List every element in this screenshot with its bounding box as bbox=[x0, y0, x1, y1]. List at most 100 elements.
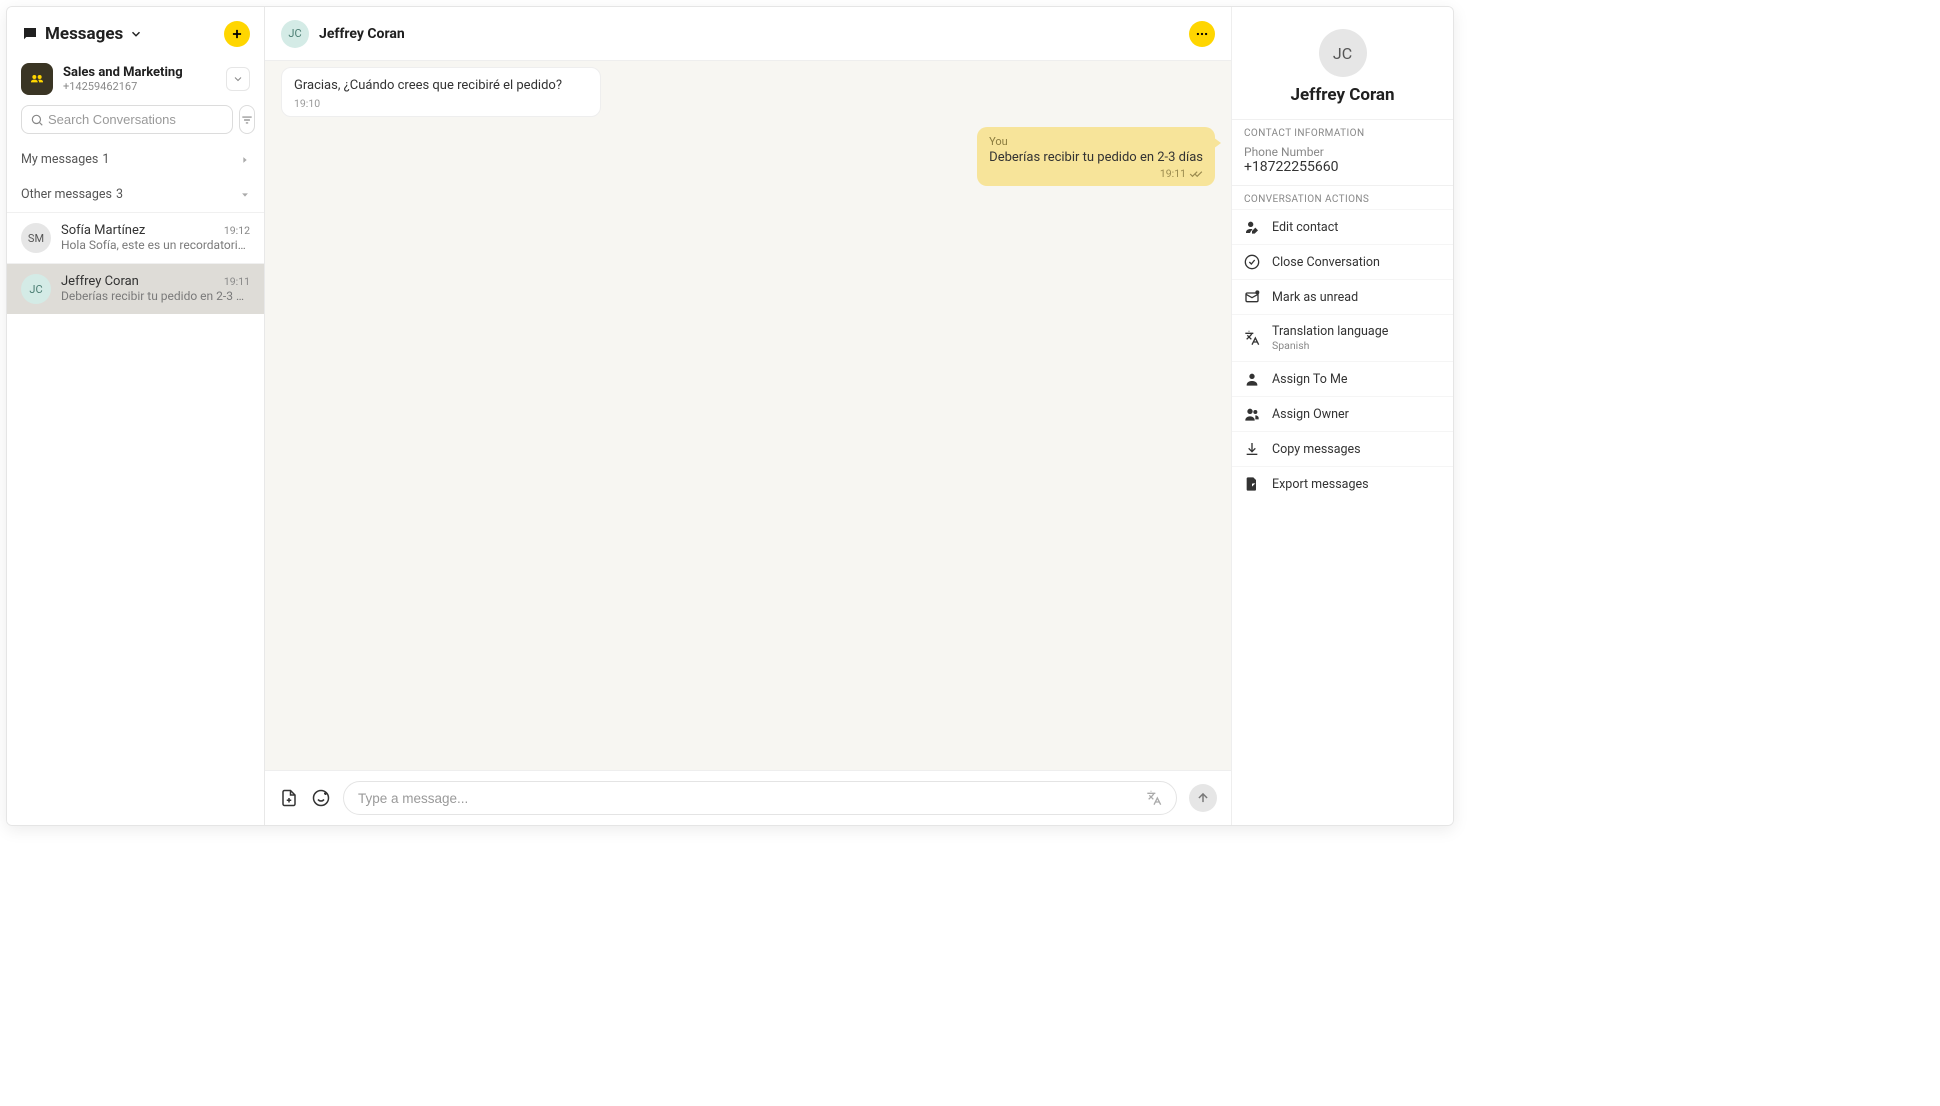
chevron-down-icon bbox=[129, 27, 143, 41]
other-messages-label: Other messages bbox=[21, 187, 112, 202]
file-plus-icon bbox=[280, 789, 298, 807]
account-selector[interactable]: Sales and Marketing +14259462167 bbox=[7, 57, 264, 105]
action-sublabel: Spanish bbox=[1272, 339, 1388, 352]
avatar: SM bbox=[21, 223, 51, 253]
assign-to-me-action[interactable]: Assign To Me bbox=[1232, 361, 1453, 396]
outgoing-message-wrap: You Deberías recibir tu pedido en 2-3 dí… bbox=[281, 127, 1215, 186]
app-shell: Messages Sales and Marketing +1425946216… bbox=[6, 6, 1454, 826]
caret-right-icon bbox=[240, 155, 250, 165]
action-label: Edit contact bbox=[1272, 220, 1338, 235]
other-messages-section[interactable]: Other messages 3 bbox=[7, 177, 264, 212]
composer bbox=[265, 770, 1231, 825]
copy-messages-action[interactable]: Copy messages bbox=[1232, 431, 1453, 466]
user-edit-icon bbox=[1244, 219, 1260, 235]
action-label: Translation language bbox=[1272, 324, 1388, 339]
account-name: Sales and Marketing bbox=[63, 65, 216, 80]
action-label-wrap: Translation language Spanish bbox=[1272, 324, 1388, 352]
conversation-name: Jeffrey Coran bbox=[61, 274, 224, 289]
close-conversation-action[interactable]: Close Conversation bbox=[1232, 244, 1453, 279]
export-messages-action[interactable]: Export messages bbox=[1232, 466, 1453, 501]
phone-label: Phone Number bbox=[1232, 143, 1453, 159]
message-time: 19:11 bbox=[1160, 167, 1186, 180]
action-label: Export messages bbox=[1272, 477, 1369, 492]
message-sender: You bbox=[989, 135, 1203, 148]
conversation-body: Sofía Martínez 19:12 Hola Sofía, este es… bbox=[61, 223, 250, 253]
emoji-icon bbox=[312, 789, 330, 807]
search-row bbox=[7, 105, 264, 142]
action-label: Assign To Me bbox=[1272, 372, 1348, 387]
sidebar: Messages Sales and Marketing +1425946216… bbox=[7, 7, 265, 825]
search-box[interactable] bbox=[21, 105, 233, 134]
contact-info-label: CONTACT INFORMATION bbox=[1232, 119, 1453, 143]
mark-unread-action[interactable]: Mark as unread bbox=[1232, 279, 1453, 314]
conversation-header: JC Jeffrey Coran bbox=[265, 7, 1231, 61]
messages-title-wrap[interactable]: Messages bbox=[21, 24, 216, 44]
translate-icon[interactable] bbox=[1146, 790, 1162, 806]
chat-icon bbox=[21, 25, 39, 43]
assign-owner-action[interactable]: Assign Owner bbox=[1232, 396, 1453, 431]
sidebar-title: Messages bbox=[45, 24, 123, 44]
search-icon bbox=[30, 113, 44, 127]
sidebar-header: Messages bbox=[7, 7, 264, 57]
filter-icon bbox=[240, 113, 254, 127]
account-avatar-icon bbox=[21, 63, 53, 95]
my-messages-section[interactable]: My messages 1 bbox=[7, 142, 264, 177]
action-label: Close Conversation bbox=[1272, 255, 1380, 270]
plus-icon bbox=[230, 27, 244, 41]
main-panel: JC Jeffrey Coran Gracias, ¿Cuándo crees … bbox=[265, 7, 1231, 825]
conversation-body: Jeffrey Coran 19:11 Deberías recibir tu … bbox=[61, 274, 250, 304]
download-icon bbox=[1244, 441, 1260, 457]
conversation-item-sofia[interactable]: SM Sofía Martínez 19:12 Hola Sofía, este… bbox=[7, 212, 264, 263]
account-number: +14259462167 bbox=[63, 80, 216, 93]
mail-unread-icon bbox=[1244, 289, 1260, 305]
attach-file-button[interactable] bbox=[279, 788, 299, 808]
compose-button[interactable] bbox=[224, 21, 250, 47]
translation-language-action[interactable]: Translation language Spanish bbox=[1232, 314, 1453, 361]
message-input-wrap[interactable] bbox=[343, 781, 1177, 815]
message-text: Gracias, ¿Cuándo crees que recibiré el p… bbox=[294, 78, 588, 93]
message-input[interactable] bbox=[358, 791, 1138, 806]
conversation-preview: Hola Sofía, este es un recordatorio rá..… bbox=[61, 238, 250, 252]
conversation-preview: Deberías recibir tu pedido en 2-3 días bbox=[61, 289, 250, 303]
action-label: Copy messages bbox=[1272, 442, 1361, 457]
details-name: Jeffrey Coran bbox=[1232, 85, 1453, 105]
details-avatar: JC bbox=[1319, 29, 1367, 77]
phone-value: +18722255660 bbox=[1232, 159, 1453, 185]
header-avatar: JC bbox=[281, 20, 309, 48]
chevron-down-icon bbox=[232, 73, 244, 85]
message-time-row: 19:11 bbox=[989, 167, 1203, 180]
header-contact-name: Jeffrey Coran bbox=[319, 26, 405, 42]
send-button[interactable] bbox=[1189, 784, 1217, 812]
action-label: Assign Owner bbox=[1272, 407, 1349, 422]
users-icon bbox=[1244, 406, 1260, 422]
arrow-up-icon bbox=[1196, 791, 1210, 805]
conversation-time: 19:12 bbox=[224, 224, 250, 237]
account-caret[interactable] bbox=[226, 67, 250, 91]
double-check-icon bbox=[1189, 169, 1203, 179]
more-horizontal-icon bbox=[1195, 27, 1209, 41]
more-button[interactable] bbox=[1189, 21, 1215, 47]
outgoing-message: You Deberías recibir tu pedido en 2-3 dí… bbox=[977, 127, 1215, 186]
messages-area: Gracias, ¿Cuándo crees que recibiré el p… bbox=[265, 61, 1231, 770]
my-messages-count: 1 bbox=[102, 152, 109, 167]
user-icon bbox=[1244, 371, 1260, 387]
translate-icon bbox=[1244, 330, 1260, 346]
check-circle-icon bbox=[1244, 254, 1260, 270]
conversation-item-jeffrey[interactable]: JC Jeffrey Coran 19:11 Deberías recibir … bbox=[7, 263, 264, 314]
emoji-button[interactable] bbox=[311, 788, 331, 808]
search-input[interactable] bbox=[48, 112, 224, 127]
message-time: 19:10 bbox=[294, 97, 588, 110]
incoming-message: Gracias, ¿Cuándo crees que recibiré el p… bbox=[281, 67, 601, 117]
filter-button[interactable] bbox=[239, 105, 255, 134]
other-messages-count: 3 bbox=[116, 187, 123, 202]
message-text: Deberías recibir tu pedido en 2-3 días bbox=[989, 150, 1203, 165]
action-label: Mark as unread bbox=[1272, 290, 1358, 305]
caret-down-icon bbox=[240, 190, 250, 200]
details-panel: JC Jeffrey Coran CONTACT INFORMATION Pho… bbox=[1231, 7, 1453, 825]
conversation-actions-label: CONVERSATION ACTIONS bbox=[1232, 185, 1453, 209]
conversation-time: 19:11 bbox=[224, 275, 250, 288]
file-export-icon bbox=[1244, 476, 1260, 492]
account-text: Sales and Marketing +14259462167 bbox=[63, 65, 216, 93]
edit-contact-action[interactable]: Edit contact bbox=[1232, 209, 1453, 244]
avatar: JC bbox=[21, 274, 51, 304]
